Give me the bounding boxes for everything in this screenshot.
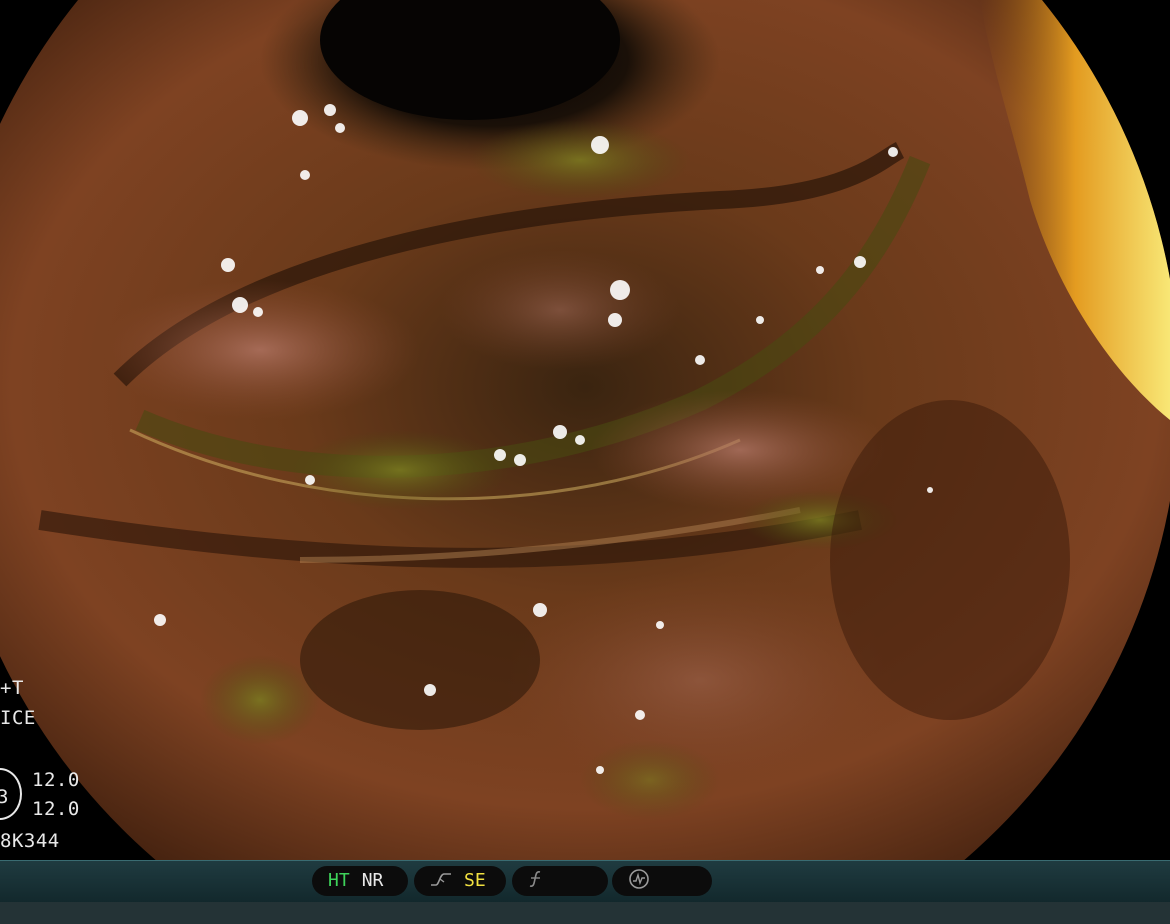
tone-curve-icon [430, 871, 452, 891]
mode-line-2: ICE [0, 707, 36, 729]
se-group[interactable]: SE [414, 866, 506, 896]
serial-number: 8K344 [0, 830, 60, 852]
badge-label: 3 [0, 786, 9, 808]
bottom-strip [0, 902, 1170, 924]
nr-label: NR [361, 870, 384, 891]
endoscope-image [0, 0, 1170, 860]
value-1: 12.0 [32, 769, 80, 791]
function-group[interactable] [512, 866, 608, 896]
se-label: SE [464, 870, 486, 891]
ht-label: HT [328, 870, 350, 891]
circle-wave-icon [628, 868, 650, 894]
ht-nr-group[interactable]: HT NR [312, 866, 408, 896]
mode-line-1: +T [0, 677, 24, 699]
value-2: 12.0 [32, 798, 80, 820]
wave-group[interactable] [612, 866, 712, 896]
endoscope-view [0, 0, 1170, 860]
function-icon [528, 870, 544, 892]
